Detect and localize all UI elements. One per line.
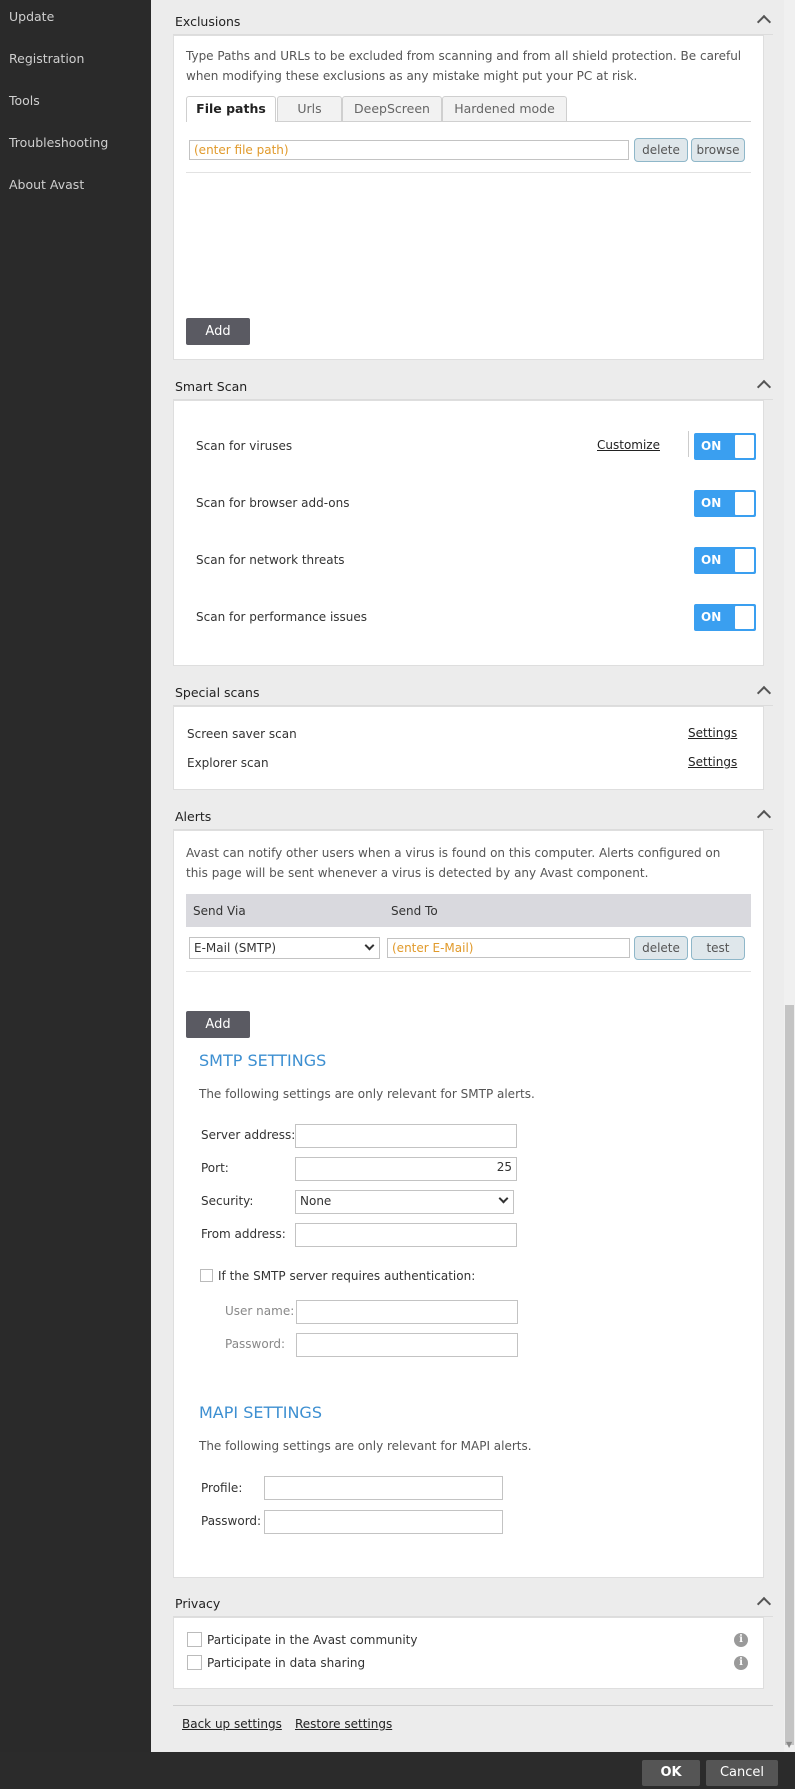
profile-label: Profile:: [201, 1481, 243, 1495]
privacy-card: Participate in the Avast community i Par…: [173, 1617, 764, 1689]
row-divider: [186, 971, 751, 972]
mapi-description: The following settings are only relevant…: [199, 1439, 532, 1453]
send-via-select[interactable]: E-Mail (SMTP): [189, 937, 380, 959]
delete-alert-button[interactable]: delete: [634, 936, 688, 960]
sidebar-item-update[interactable]: Update: [9, 9, 54, 24]
collapse-chevron-icon[interactable]: [756, 685, 772, 701]
profile-input[interactable]: [264, 1476, 503, 1500]
tab-urls[interactable]: Urls: [277, 96, 342, 121]
smtp-auth-label: If the SMTP server requires authenticati…: [218, 1269, 476, 1283]
sidebar-item-registration[interactable]: Registration: [9, 51, 84, 66]
alerts-title: Alerts: [175, 809, 212, 824]
username-input[interactable]: [296, 1300, 518, 1324]
privacy-header[interactable]: Privacy: [173, 1592, 773, 1617]
port-label: Port:: [201, 1161, 229, 1175]
col-send-to: Send To: [391, 904, 438, 918]
special-scans-title: Special scans: [175, 685, 260, 700]
alerts-card: Avast can notify other users when a viru…: [173, 830, 764, 1578]
data-sharing-label: Participate in data sharing: [207, 1656, 366, 1670]
add-exclusion-button[interactable]: Add: [186, 318, 250, 345]
collapse-chevron-icon[interactable]: [756, 1596, 772, 1612]
col-send-via: Send Via: [193, 904, 246, 918]
ok-button[interactable]: OK: [642, 1760, 700, 1786]
data-sharing-checkbox[interactable]: [187, 1655, 202, 1670]
exclusion-tabs: File paths Urls DeepScreen Hardened mode: [174, 96, 763, 130]
screen-saver-scan-label: Screen saver scan: [187, 727, 297, 741]
smart-scan-title: Smart Scan: [175, 379, 248, 394]
alerts-table-header: Send Via Send To: [186, 894, 751, 927]
smtp-settings-title: SMTP SETTINGS: [199, 1051, 327, 1070]
mapi-password-input[interactable]: [264, 1510, 503, 1534]
delete-path-button[interactable]: delete: [634, 138, 688, 162]
exclusions-header[interactable]: Exclusions: [173, 10, 773, 35]
info-icon[interactable]: i: [734, 1656, 748, 1670]
sidebar-item-troubleshooting[interactable]: Troubleshooting: [9, 135, 108, 150]
collapse-chevron-icon[interactable]: [756, 379, 772, 395]
restore-settings-link[interactable]: Restore settings: [295, 1717, 392, 1731]
smtp-auth-checkbox[interactable]: [200, 1269, 213, 1282]
divider: [173, 1705, 773, 1706]
scan-network-toggle[interactable]: ON: [694, 547, 756, 574]
scrollbar-thumb[interactable]: [785, 1005, 794, 1745]
smtp-description: The following settings are only relevant…: [199, 1087, 535, 1101]
separator: [688, 431, 689, 457]
exclusions-description: Type Paths and URLs to be excluded from …: [186, 49, 742, 83]
screen-saver-settings-link[interactable]: Settings: [688, 726, 737, 740]
chevron-down-icon: [364, 940, 375, 951]
scan-viruses-label: Scan for viruses: [196, 439, 293, 453]
alerts-description: Avast can notify other users when a viru…: [186, 846, 721, 880]
add-alert-button[interactable]: Add: [186, 1011, 250, 1038]
sidebar-item-tools[interactable]: Tools: [9, 93, 40, 108]
cancel-button[interactable]: Cancel: [706, 1760, 778, 1786]
sidebar: Update Registration Tools Troubleshootin…: [0, 0, 151, 1789]
alerts-header[interactable]: Alerts: [173, 805, 773, 830]
from-address-label: From address:: [201, 1227, 286, 1241]
tab-hardened-mode[interactable]: Hardened mode: [442, 96, 567, 121]
scan-addons-toggle[interactable]: ON: [694, 490, 756, 517]
scroll-down-arrow-icon[interactable]: ▼: [786, 1740, 792, 1749]
mapi-password-label: Password:: [201, 1514, 262, 1528]
explorer-scan-label: Explorer scan: [187, 756, 269, 770]
special-scans-card: Screen saver scan Settings Explorer scan…: [173, 706, 764, 790]
customize-link[interactable]: Customize: [597, 438, 660, 452]
scan-network-label: Scan for network threats: [196, 553, 345, 567]
username-label: User name:: [225, 1304, 295, 1318]
from-address-input[interactable]: [295, 1223, 517, 1247]
password-label: Password:: [225, 1337, 286, 1351]
collapse-chevron-icon[interactable]: [756, 809, 772, 825]
exclusions-title: Exclusions: [175, 14, 241, 29]
security-label: Security:: [201, 1194, 254, 1208]
scan-performance-label: Scan for performance issues: [196, 610, 368, 624]
scan-performance-toggle[interactable]: ON: [694, 604, 756, 631]
settings-panel: Exclusions Type Paths and URLs to be exc…: [151, 0, 795, 1752]
security-select[interactable]: None: [295, 1190, 514, 1214]
server-address-label: Server address:: [201, 1128, 296, 1142]
smart-scan-card: Scan for viruses Customize ON Scan for b…: [173, 400, 764, 666]
community-label: Participate in the Avast community: [207, 1633, 418, 1647]
backup-settings-link[interactable]: Back up settings: [182, 1717, 282, 1731]
row-divider: [186, 172, 751, 173]
privacy-title: Privacy: [175, 1596, 221, 1611]
special-scans-header[interactable]: Special scans: [173, 681, 773, 706]
file-path-input[interactable]: [189, 140, 629, 160]
tab-deepscreen[interactable]: DeepScreen: [342, 96, 442, 121]
send-to-input[interactable]: [387, 938, 630, 958]
smart-scan-header[interactable]: Smart Scan: [173, 375, 773, 400]
collapse-chevron-icon[interactable]: [756, 14, 772, 30]
mapi-settings-title: MAPI SETTINGS: [199, 1403, 322, 1422]
port-input[interactable]: 25: [295, 1157, 517, 1181]
scan-addons-label: Scan for browser add-ons: [196, 496, 350, 510]
info-icon[interactable]: i: [734, 1633, 748, 1647]
scan-viruses-toggle[interactable]: ON: [694, 433, 756, 460]
community-checkbox[interactable]: [187, 1632, 202, 1647]
server-address-input[interactable]: [295, 1124, 517, 1148]
chevron-down-icon: [498, 1193, 509, 1204]
test-alert-button[interactable]: test: [691, 936, 745, 960]
tab-file-paths[interactable]: File paths: [186, 96, 276, 122]
sidebar-item-about[interactable]: About Avast: [9, 177, 84, 192]
explorer-settings-link[interactable]: Settings: [688, 755, 737, 769]
browse-button[interactable]: browse: [691, 138, 745, 162]
exclusions-card: Type Paths and URLs to be excluded from …: [173, 35, 764, 360]
password-input[interactable]: [296, 1333, 518, 1357]
